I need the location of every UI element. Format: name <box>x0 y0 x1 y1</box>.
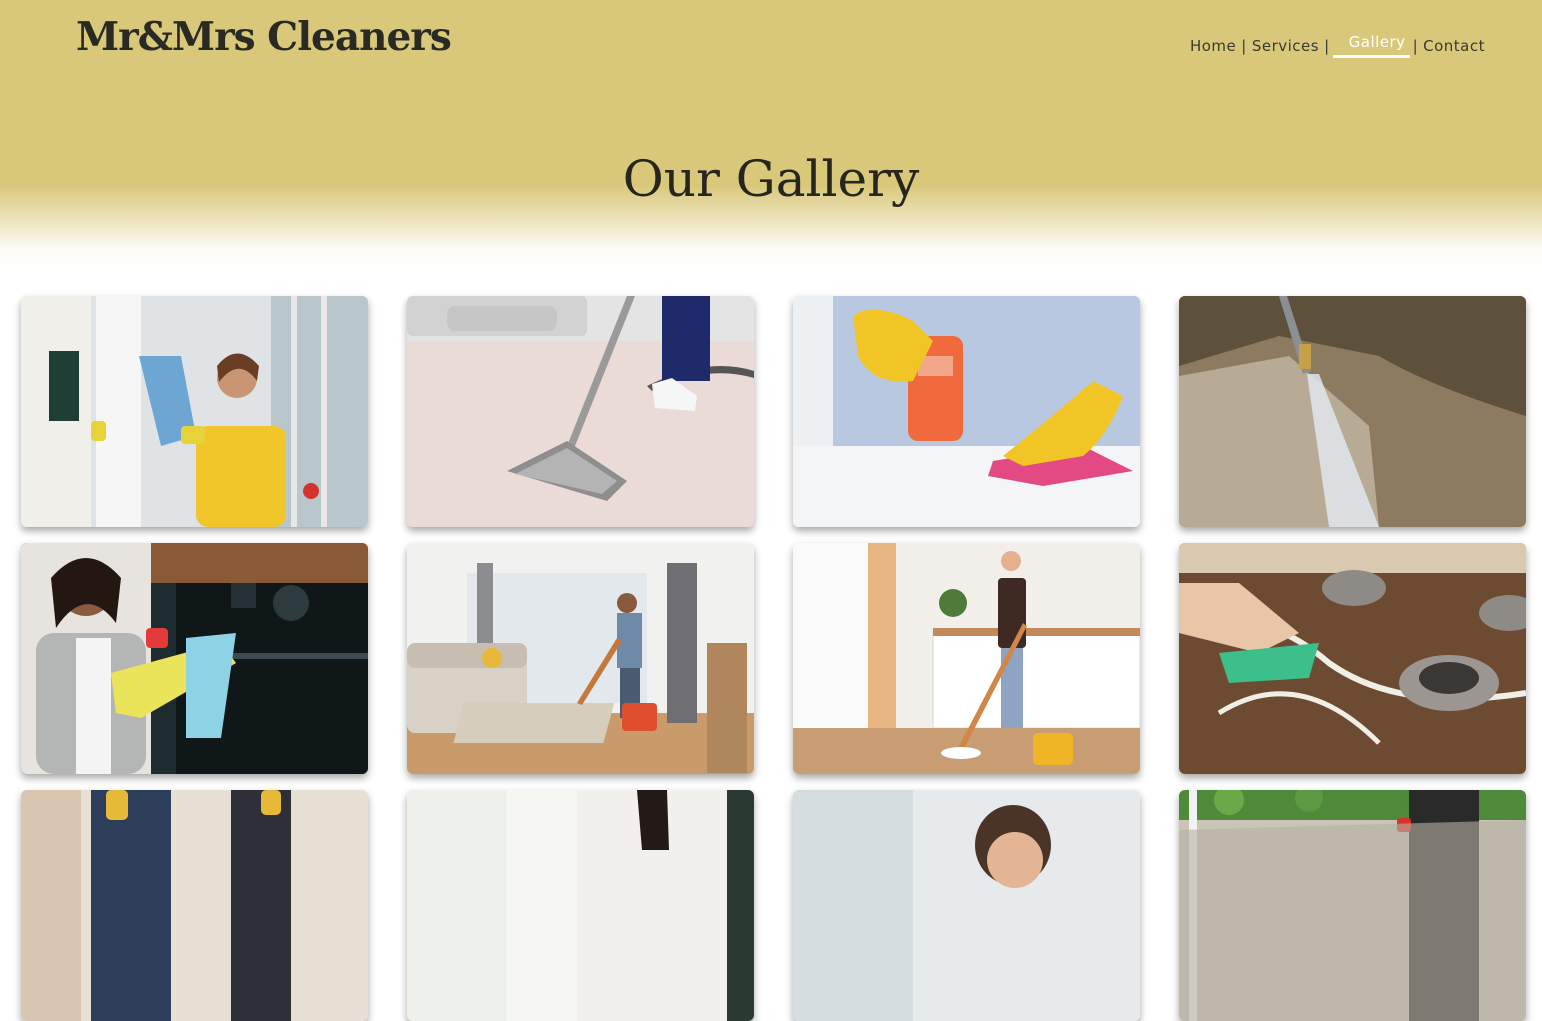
nav-separator: | <box>1241 36 1247 55</box>
page-title: Our Gallery <box>622 150 920 208</box>
hero-banner: Mr&Mrs Cleaners Home | Services | Galler… <box>0 0 1542 290</box>
window-cleaning-photo[interactable] <box>21 296 368 527</box>
brand-logo[interactable]: Mr&Mrs Cleaners <box>76 14 452 60</box>
patio-washing-photo[interactable] <box>1179 790 1526 1021</box>
nav-separator: | <box>1412 36 1419 55</box>
nav-services[interactable]: Services <box>1250 37 1321 55</box>
cleaning-team-photo[interactable] <box>21 790 368 1021</box>
kitchen-mopping-photo[interactable] <box>793 543 1140 774</box>
bathroom-cleaning-photo[interactable] <box>793 790 1140 1021</box>
nav-separator: | <box>1324 36 1330 55</box>
nav-gallery[interactable]: Gallery <box>1332 33 1410 58</box>
nav-home[interactable]: Home <box>1188 37 1238 55</box>
pressure-washing-photo[interactable] <box>1179 296 1526 527</box>
cleaner-portrait-photo[interactable] <box>407 790 754 1021</box>
oven-cleaning-photo[interactable] <box>21 543 368 774</box>
carpet-vacuum-photo[interactable] <box>407 296 754 527</box>
stove-scrubbing-photo[interactable] <box>1179 543 1526 774</box>
main-nav: Home | Services | Gallery | Contact <box>1188 33 1487 58</box>
floor-mopping-livingroom-photo[interactable] <box>407 543 754 774</box>
surface-spray-photo[interactable] <box>793 296 1140 527</box>
nav-contact[interactable]: Contact <box>1421 37 1487 55</box>
